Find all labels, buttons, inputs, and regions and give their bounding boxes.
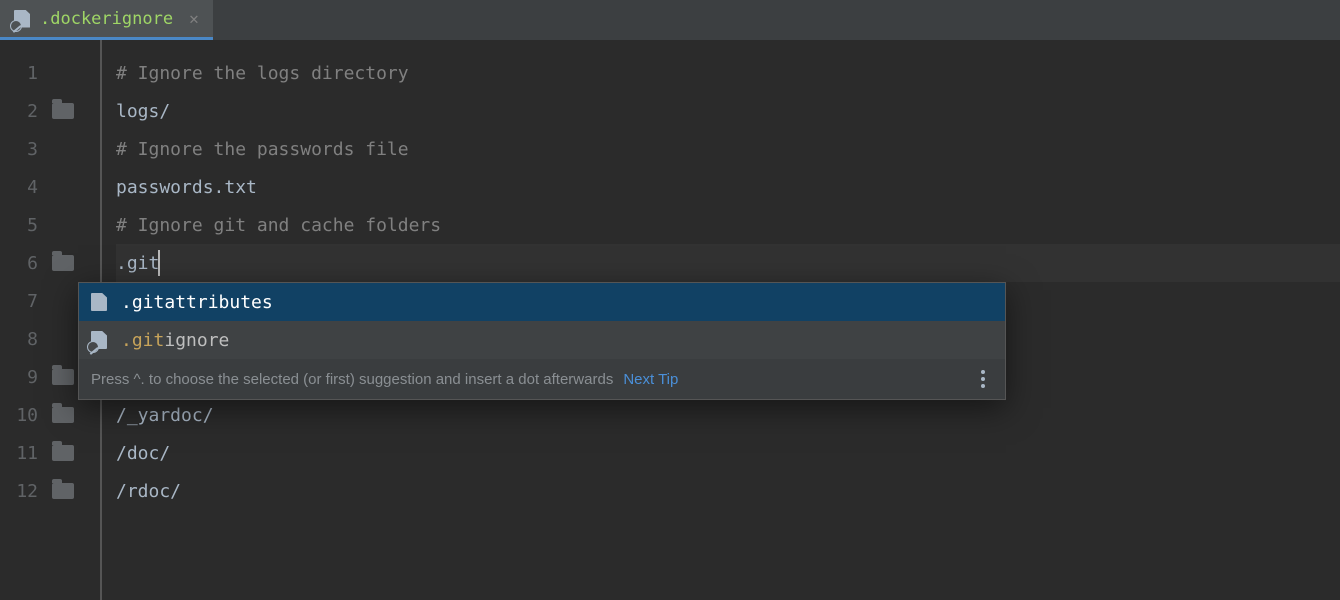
- code-text: # Ignore the passwords file: [116, 139, 409, 160]
- gutter-row: 1: [0, 54, 100, 92]
- code-line[interactable]: /doc/: [116, 434, 1340, 472]
- code-line[interactable]: passwords.txt: [116, 168, 1340, 206]
- line-number: 10: [0, 405, 48, 426]
- gutter-row: 4: [0, 168, 100, 206]
- next-tip-link[interactable]: Next Tip: [623, 371, 678, 388]
- line-number: 4: [0, 177, 48, 198]
- gutter-row: 12: [0, 472, 100, 510]
- code-line[interactable]: # Ignore the logs directory: [116, 54, 1340, 92]
- code-text: # Ignore the logs directory: [116, 63, 409, 84]
- code-text: .git: [116, 253, 159, 274]
- more-options-icon[interactable]: [973, 369, 993, 389]
- ignore-file-icon: [91, 331, 107, 349]
- gutter-row: 3: [0, 130, 100, 168]
- code-line[interactable]: /rdoc/: [116, 472, 1340, 510]
- code-text: /_yardoc/: [116, 405, 214, 426]
- code-text: logs/: [116, 101, 170, 122]
- code-line[interactable]: /_yardoc/: [116, 396, 1340, 434]
- code-line[interactable]: # Ignore the passwords file: [116, 130, 1340, 168]
- file-icon: [91, 293, 107, 311]
- gutter-row: 10: [0, 396, 100, 434]
- completion-item[interactable]: .gitattributes: [79, 283, 1005, 321]
- folder-icon: [52, 407, 74, 423]
- code-text: /doc/: [116, 443, 170, 464]
- gutter-row: 2: [0, 92, 100, 130]
- line-number: 1: [0, 63, 48, 84]
- line-number: 3: [0, 139, 48, 160]
- line-number: 11: [0, 443, 48, 464]
- completion-label: .gitattributes: [121, 292, 273, 313]
- line-number: 8: [0, 329, 48, 350]
- hint-text: Press ^. to choose the selected (or firs…: [91, 371, 613, 388]
- completion-item[interactable]: .gitignore: [79, 321, 1005, 359]
- line-number: 9: [0, 367, 48, 388]
- folder-icon: [52, 483, 74, 499]
- code-text: passwords.txt: [116, 177, 257, 198]
- code-line[interactable]: # Ignore git and cache folders: [116, 206, 1340, 244]
- line-number: 7: [0, 291, 48, 312]
- code-line[interactable]: logs/: [116, 92, 1340, 130]
- completion-hint-bar: Press ^. to choose the selected (or firs…: [79, 359, 1005, 399]
- editor-tab-dockerignore[interactable]: .dockerignore ✕: [0, 0, 213, 40]
- line-number: 6: [0, 253, 48, 274]
- gutter-row: 6: [0, 244, 100, 282]
- line-number: 12: [0, 481, 48, 502]
- line-number: 5: [0, 215, 48, 236]
- completion-label: .gitignore: [121, 330, 229, 351]
- folder-icon: [52, 255, 74, 271]
- code-text: /rdoc/: [116, 481, 181, 502]
- folder-icon: [52, 369, 74, 385]
- completion-popup: .gitattributes .gitignore Press ^. to cho…: [78, 282, 1006, 400]
- close-icon[interactable]: ✕: [189, 9, 199, 28]
- code-text: # Ignore git and cache folders: [116, 215, 441, 236]
- tab-filename: .dockerignore: [40, 9, 173, 29]
- ignore-file-icon: [14, 10, 30, 28]
- folder-icon: [52, 445, 74, 461]
- gutter-row: 5: [0, 206, 100, 244]
- text-cursor: [158, 250, 160, 276]
- gutter-row: 11: [0, 434, 100, 472]
- folder-icon: [52, 103, 74, 119]
- line-number: 2: [0, 101, 48, 122]
- code-line[interactable]: .git: [116, 244, 1340, 282]
- tab-bar: .dockerignore ✕: [0, 0, 1340, 40]
